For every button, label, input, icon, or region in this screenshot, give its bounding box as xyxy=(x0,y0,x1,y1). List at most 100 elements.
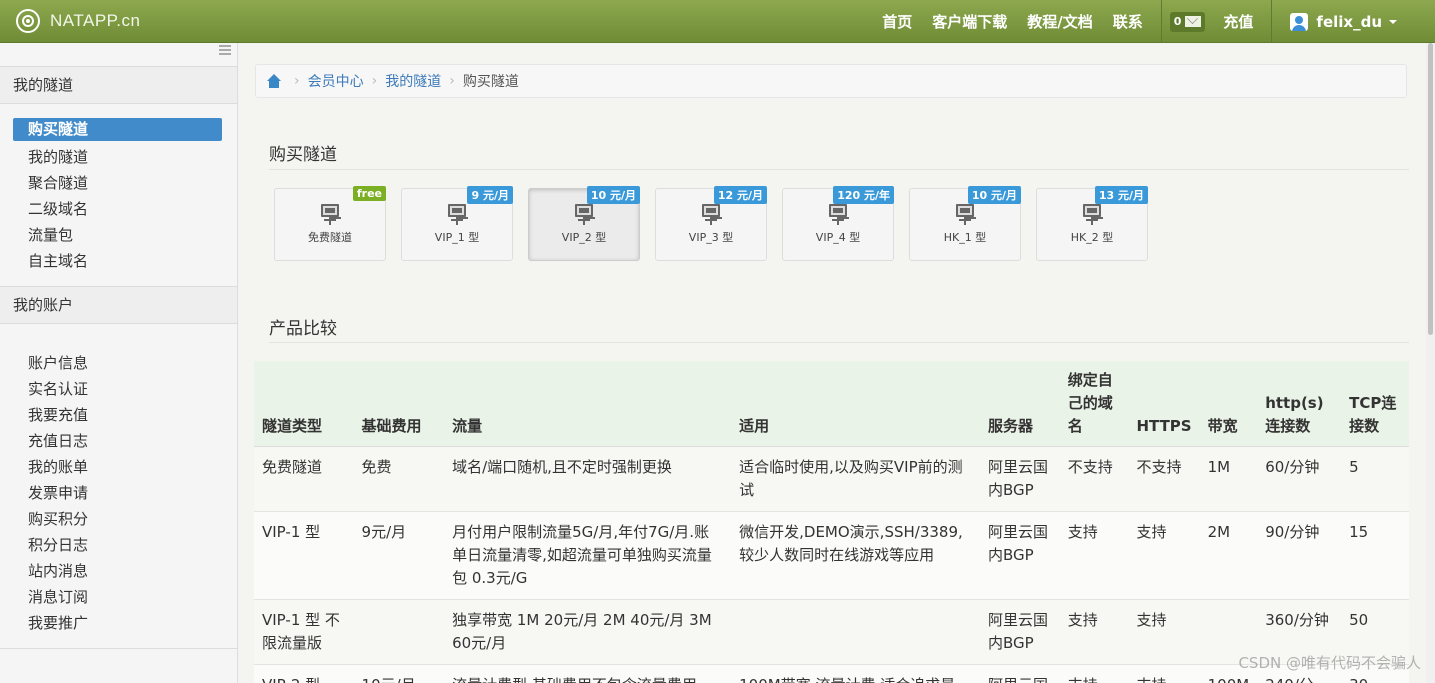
sidebar-group-account[interactable]: 我的账户 xyxy=(0,286,237,324)
plan-price-badge: 12 元/月 xyxy=(713,186,767,204)
buy-section-title: 购买隧道 xyxy=(269,145,337,165)
user-avatar-icon xyxy=(1290,12,1309,31)
brand-name: NATAPP.cn xyxy=(50,11,141,30)
comparison-table: 隧道类型 基础费用 流量 适用 服务器 绑定自己的域名 HTTPS 带宽 htt… xyxy=(254,361,1409,683)
chevron-down-icon xyxy=(1389,19,1397,24)
table-row: VIP-1 型 9元/月 月付用户限制流量5G/月,年付7G/月.账单日流量清零… xyxy=(254,511,1409,600)
plan-card-free[interactable]: free 免费隧道 xyxy=(274,186,386,261)
plan-price-badge: 9 元/月 xyxy=(467,186,513,204)
scrollbar-thumb[interactable] xyxy=(1428,43,1433,335)
sidebar-item-aggregate-tunnels[interactable]: 聚合隧道 xyxy=(13,170,222,196)
breadcrumb: › 会员中心 › 我的隧道 › 购买隧道 xyxy=(255,64,1407,98)
sidebar-item-buy-tunnel[interactable]: 购买隧道 xyxy=(13,118,222,141)
table-cell: 支持 xyxy=(1128,664,1200,683)
compare-section-title: 产品比较 xyxy=(269,319,337,339)
table-cell: 适合临时使用,以及购买VIP前的测试 xyxy=(731,446,981,512)
sidebar-item-subscriptions[interactable]: 消息订阅 xyxy=(13,584,222,610)
sidebar-item-real-name[interactable]: 实名认证 xyxy=(13,376,222,402)
table-cell: 月付用户限制流量5G/月,年付7G/月.账单日流量清零,如超流量可单独购买流量包… xyxy=(444,511,732,600)
table-cell: 支持 xyxy=(1128,599,1200,665)
nav-link-home[interactable]: 首页 xyxy=(872,11,922,32)
sidebar-item-my-tunnels[interactable]: 我的隧道 xyxy=(13,144,222,170)
table-cell: 2M xyxy=(1199,511,1258,600)
table-cell: 9元/月 xyxy=(353,511,445,600)
home-icon[interactable] xyxy=(266,74,282,88)
nav-link-docs[interactable]: 教程/文档 xyxy=(1017,11,1102,32)
table-cell: 免费隧道 xyxy=(254,446,354,512)
table-cell: VIP-1 型 xyxy=(254,511,354,600)
table-cell: 微信开发,DEMO演示,SSH/3389,较少人数同时在线游戏等应用 xyxy=(731,511,981,600)
table-header: 隧道类型 xyxy=(254,361,354,447)
sidebar-item-messages[interactable]: 站内消息 xyxy=(13,558,222,584)
table-cell: 阿里云国 xyxy=(980,664,1060,683)
table-cell: 不支持 xyxy=(1059,446,1129,512)
nav-link-recharge[interactable]: 充值 xyxy=(1213,11,1263,32)
breadcrumb-member-center[interactable]: 会员中心 xyxy=(308,71,364,91)
table-cell: 支持 xyxy=(1128,511,1200,600)
monitor-icon xyxy=(829,204,847,226)
breadcrumb-current: 购买隧道 xyxy=(462,74,519,90)
plan-card-vip4[interactable]: 120 元/年 VIP_4 型 xyxy=(782,186,894,261)
table-cell: 独享带宽 1M 20元/月 2M 40元/月 3M 60元/月 xyxy=(444,599,732,665)
table-header: 绑定自己的域名 xyxy=(1059,361,1129,447)
monitor-icon xyxy=(575,204,593,226)
plan-card-hk1[interactable]: 10 元/月 HK_1 型 xyxy=(909,186,1021,261)
sidebar-collapse-icon[interactable] xyxy=(219,45,231,55)
plan-price-badge: 13 元/月 xyxy=(1094,186,1148,204)
plan-price-badge: 10 元/月 xyxy=(967,186,1021,204)
user-menu[interactable]: felix_du xyxy=(1280,12,1435,31)
breadcrumb-separator: › xyxy=(449,73,455,89)
table-header: 带宽 xyxy=(1199,361,1258,447)
plan-card-hk2[interactable]: 13 元/月 HK_2 型 xyxy=(1036,186,1148,261)
watermark: CSDN @唯有代码不会骗人 xyxy=(1238,654,1421,672)
nav-link-download[interactable]: 客户端下载 xyxy=(922,11,1017,32)
plan-label: VIP_1 型 xyxy=(434,231,480,244)
sidebar-group-tunnels[interactable]: 我的隧道 xyxy=(0,66,237,104)
plan-list: free 免费隧道 9 元/月 VIP_1 型 10 元/月 VIP_2 型 1… xyxy=(274,186,1163,261)
plan-label: VIP_2 型 xyxy=(561,231,607,244)
plan-label: 免费隧道 xyxy=(308,231,352,244)
plan-card-vip3[interactable]: 12 元/月 VIP_3 型 xyxy=(655,186,767,261)
plan-price-badge: 10 元/月 xyxy=(586,186,640,204)
sidebar-account-list: 账户信息 实名认证 我要充值 充值日志 我的账单 发票申请 购买积分 积分日志 … xyxy=(0,324,237,648)
breadcrumb-separator: › xyxy=(294,73,300,89)
plan-card-vip2[interactable]: 10 元/月 VIP_2 型 xyxy=(528,186,640,261)
plan-label: HK_1 型 xyxy=(943,231,987,244)
sidebar-item-points-log[interactable]: 积分日志 xyxy=(13,532,222,558)
sidebar-item-referral[interactable]: 我要推广 xyxy=(13,610,222,636)
sidebar-item-subdomain[interactable]: 二级域名 xyxy=(13,196,222,222)
monitor-icon xyxy=(321,204,339,226)
page-scrollbar[interactable] xyxy=(1426,43,1435,683)
sidebar-item-recharge-log[interactable]: 充值日志 xyxy=(13,428,222,454)
sidebar-item-recharge[interactable]: 我要充值 xyxy=(13,402,222,428)
breadcrumb-my-tunnels[interactable]: 我的隧道 xyxy=(385,71,441,91)
sidebar: 我的隧道 购买隧道 我的隧道 聚合隧道 二级域名 流量包 自主域名 我的账户 账… xyxy=(0,43,238,683)
table-header: 基础费用 xyxy=(353,361,445,447)
table-cell: 免费 xyxy=(353,446,445,512)
sidebar-item-custom-domain[interactable]: 自主域名 xyxy=(13,248,222,274)
table-header: 流量 xyxy=(444,361,732,447)
table-cell xyxy=(731,599,981,665)
sidebar-item-invoice[interactable]: 发票申请 xyxy=(13,480,222,506)
table-cell: VIP-2 型 xyxy=(254,664,354,683)
plan-card-vip1[interactable]: 9 元/月 VIP_1 型 xyxy=(401,186,513,261)
nav-divider xyxy=(1160,0,1162,43)
plan-label: VIP_3 型 xyxy=(688,231,734,244)
sidebar-item-traffic-pack[interactable]: 流量包 xyxy=(13,222,222,248)
table-cell: VIP-1 型 不限流量版 xyxy=(254,599,354,665)
sidebar-item-account-info[interactable]: 账户信息 xyxy=(13,350,222,376)
brand[interactable]: NATAPP.cn xyxy=(16,6,140,36)
monitor-icon xyxy=(956,204,974,226)
nav-link-contact[interactable]: 联系 xyxy=(1103,11,1153,32)
table-header: TCP连接数 xyxy=(1341,361,1409,447)
table-cell: 支持 xyxy=(1059,599,1129,665)
table-header: http(s)连接数 xyxy=(1257,361,1342,447)
table-row: 免费隧道 免费 域名/端口随机,且不定时强制更换 适合临时使用,以及购买VIP前… xyxy=(254,446,1409,512)
sidebar-item-my-bills[interactable]: 我的账单 xyxy=(13,454,222,480)
plan-label: VIP_4 型 xyxy=(815,231,861,244)
nav-links: 首页 客户端下载 教程/文档 联系 0 充值 felix_du xyxy=(872,0,1435,43)
table-cell: 90/分钟 xyxy=(1257,511,1342,600)
mail-badge[interactable]: 0 xyxy=(1169,11,1206,32)
sidebar-item-buy-points[interactable]: 购买积分 xyxy=(13,506,222,532)
table-cell: 10元/月 xyxy=(353,664,445,683)
